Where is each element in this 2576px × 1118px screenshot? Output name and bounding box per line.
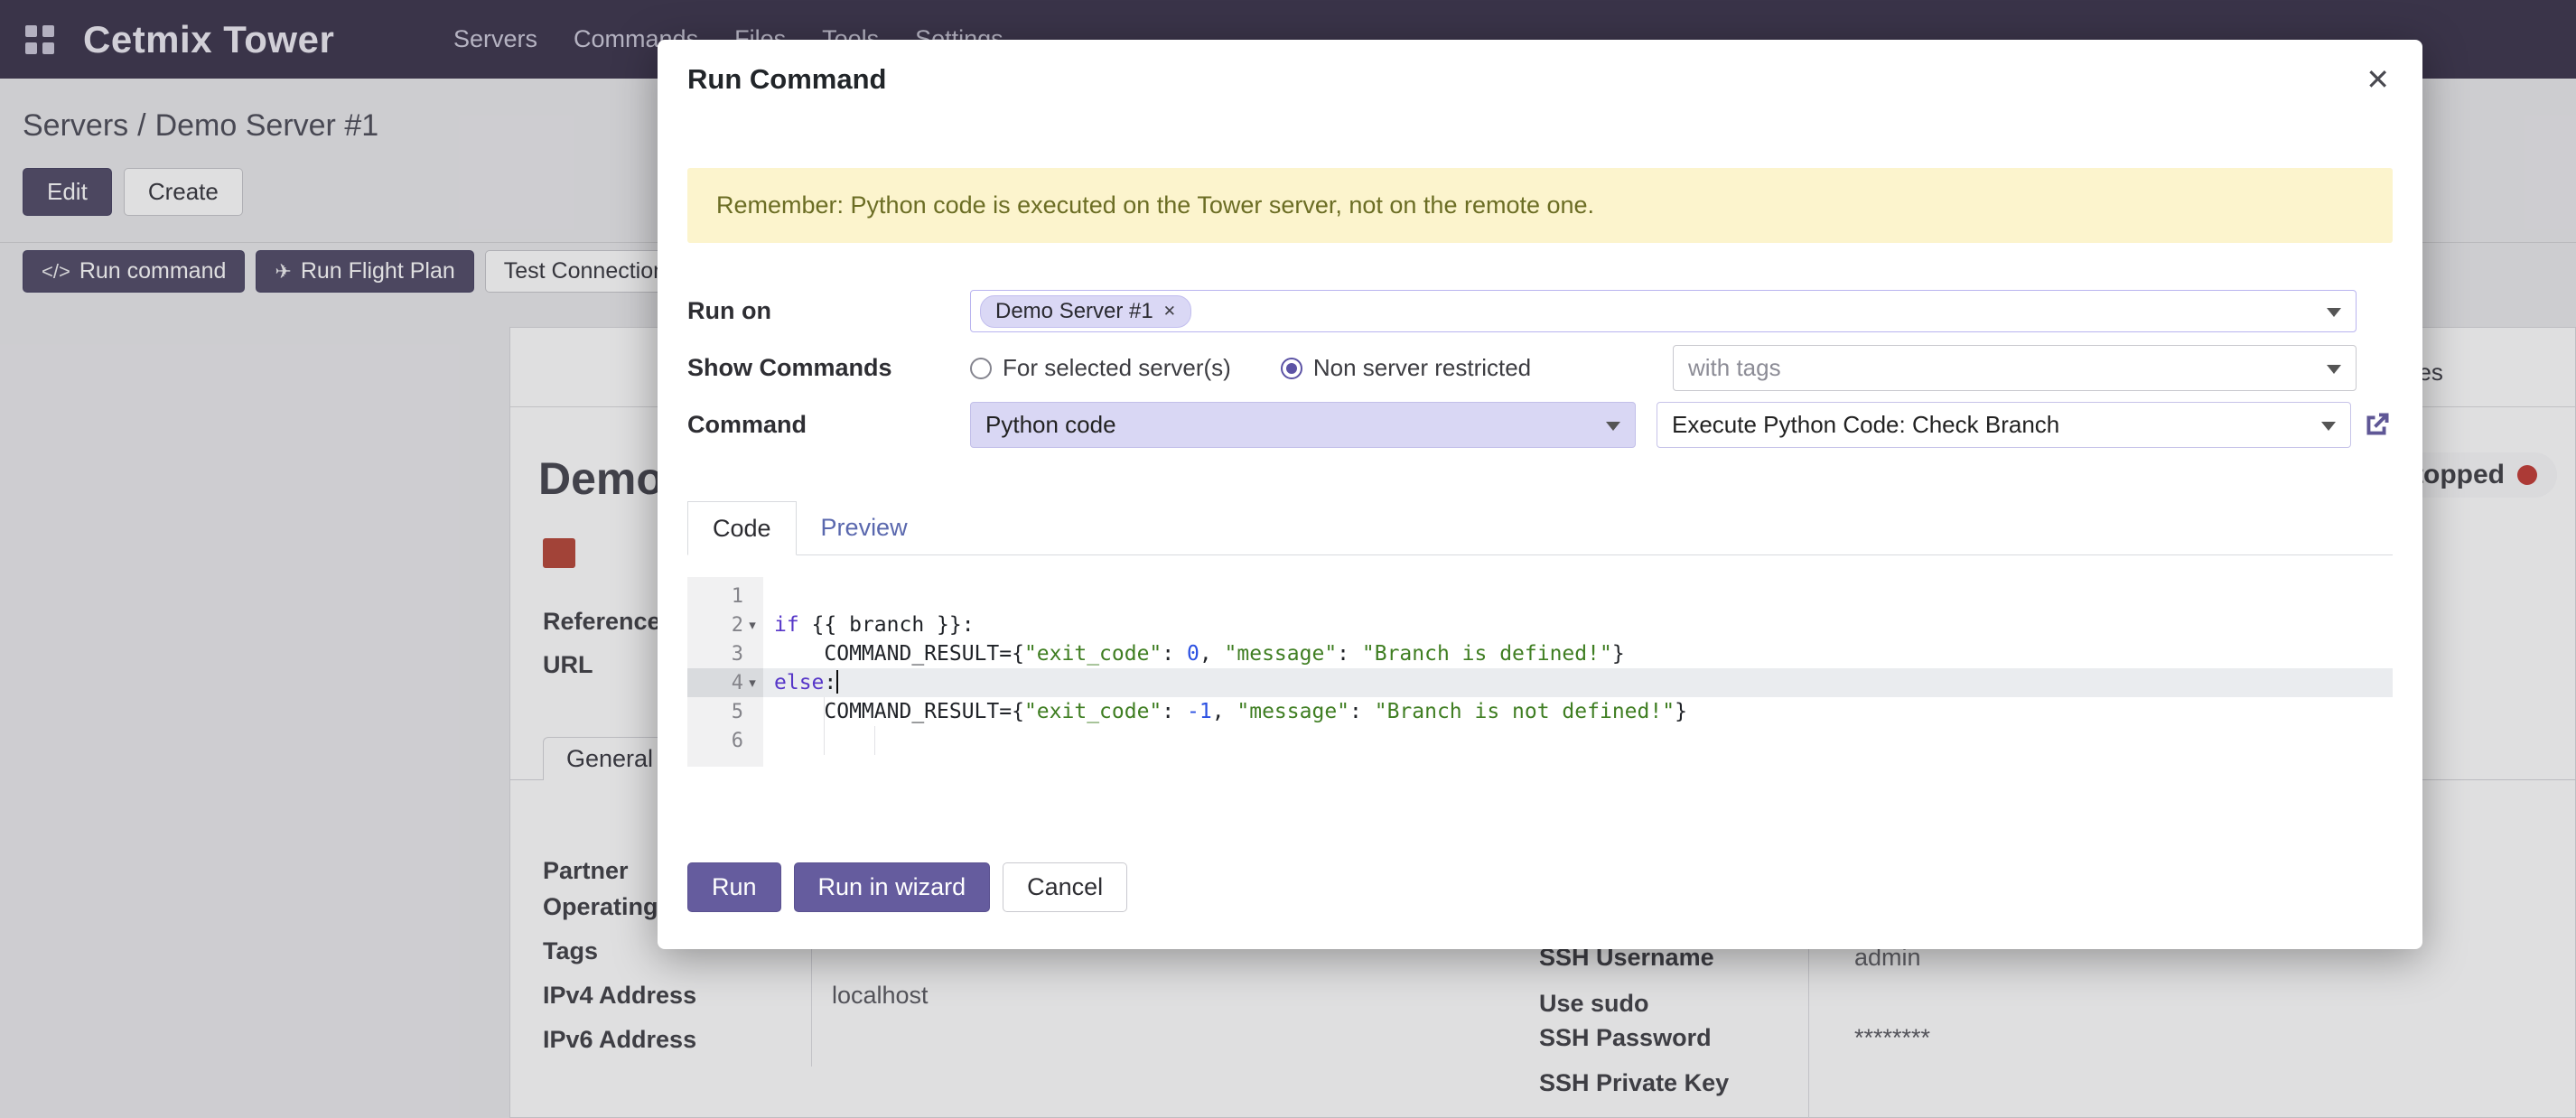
command-row: Command Python code Execute Python Code:… <box>687 402 2393 448</box>
show-commands-label: Show Commands <box>687 354 970 382</box>
editor-code-pane[interactable]: if {{ branch }}: COMMAND_RESULT={"exit_c… <box>763 577 2393 767</box>
text-cursor <box>836 670 838 694</box>
modal-header: Run Command ✕ <box>658 40 2422 96</box>
editor-gutter: 12▾34▾56 <box>687 577 763 767</box>
gutter-line-2: 2▾ <box>687 610 763 639</box>
run-on-label: Run on <box>687 297 970 325</box>
code-line-6[interactable] <box>763 726 2393 755</box>
show-commands-row: Show Commands For selected server(s) Non… <box>687 345 2357 391</box>
command-type-select[interactable]: Python code <box>970 402 1636 448</box>
chevron-down-icon[interactable] <box>1606 422 1620 431</box>
chevron-down-icon[interactable] <box>2327 365 2341 374</box>
editor-code-lines: if {{ branch }}: COMMAND_RESULT={"exit_c… <box>763 582 2393 755</box>
code-line-2[interactable]: if {{ branch }}: <box>763 610 2393 639</box>
tab-code[interactable]: Code <box>687 501 797 555</box>
gutter-line-1: 1 <box>687 582 763 610</box>
chevron-down-icon[interactable] <box>2327 308 2341 317</box>
remove-tag-icon[interactable]: ✕ <box>1163 303 1176 321</box>
command-reference-select[interactable]: Execute Python Code: Check Branch <box>1657 402 2351 448</box>
code-line-1[interactable] <box>763 582 2393 610</box>
show-commands-options: For selected server(s) Non server restri… <box>970 345 2357 391</box>
python-warning-banner: Remember: Python code is executed on the… <box>687 168 2393 243</box>
indent-guide <box>824 697 825 755</box>
radio-selected-icon[interactable] <box>1281 358 1302 379</box>
run-on-row: Run on Demo Server #1 ✕ <box>687 290 2357 332</box>
command-label: Command <box>687 411 970 439</box>
radio-for-selected-servers[interactable]: For selected server(s) <box>970 354 1231 382</box>
open-record-button[interactable] <box>2351 409 2393 442</box>
gutter-line-4: 4▾ <box>687 668 763 697</box>
run-command-modal: Run Command ✕ Remember: Python code is e… <box>658 40 2422 949</box>
run-in-wizard-button[interactable]: Run in wizard <box>794 862 991 912</box>
fold-toggle-icon[interactable]: ▾ <box>743 675 761 691</box>
indent-guide <box>874 726 875 755</box>
gutter-line-5: 5 <box>687 697 763 726</box>
modal-title: Run Command <box>687 63 886 96</box>
run-on-field[interactable]: Demo Server #1 ✕ <box>970 290 2357 332</box>
run-button[interactable]: Run <box>687 862 781 912</box>
modal-footer: Run Run in wizard Cancel <box>687 862 2393 912</box>
gutter-line-6: 6 <box>687 726 763 755</box>
code-line-4[interactable]: else: <box>763 668 2393 697</box>
with-tags-select[interactable]: with tags <box>1673 345 2357 391</box>
code-editor[interactable]: 12▾34▾56 if {{ branch }}: COMMAND_RESULT… <box>687 577 2393 767</box>
close-icon[interactable]: ✕ <box>2360 63 2395 96</box>
editor-tabs: Code Preview <box>687 501 2393 555</box>
cancel-button[interactable]: Cancel <box>1003 862 1127 912</box>
page: Cetmix Tower Servers Commands Files Tool… <box>0 0 2576 1118</box>
fold-toggle-icon[interactable]: ▾ <box>743 617 761 633</box>
modal-body: Remember: Python code is executed on the… <box>658 168 2422 912</box>
chevron-down-icon[interactable] <box>2321 422 2336 431</box>
code-line-5[interactable]: COMMAND_RESULT={"exit_code": -1, "messag… <box>763 697 2393 726</box>
external-link-icon <box>2360 409 2393 442</box>
radio-unselected-icon[interactable] <box>970 358 992 379</box>
radio-non-server-restricted[interactable]: Non server restricted <box>1281 354 1531 382</box>
tab-preview[interactable]: Preview <box>797 500 932 554</box>
code-line-3[interactable]: COMMAND_RESULT={"exit_code": 0, "message… <box>763 639 2393 668</box>
gutter-line-3: 3 <box>687 639 763 668</box>
server-tag-chip[interactable]: Demo Server #1 ✕ <box>980 295 1191 328</box>
